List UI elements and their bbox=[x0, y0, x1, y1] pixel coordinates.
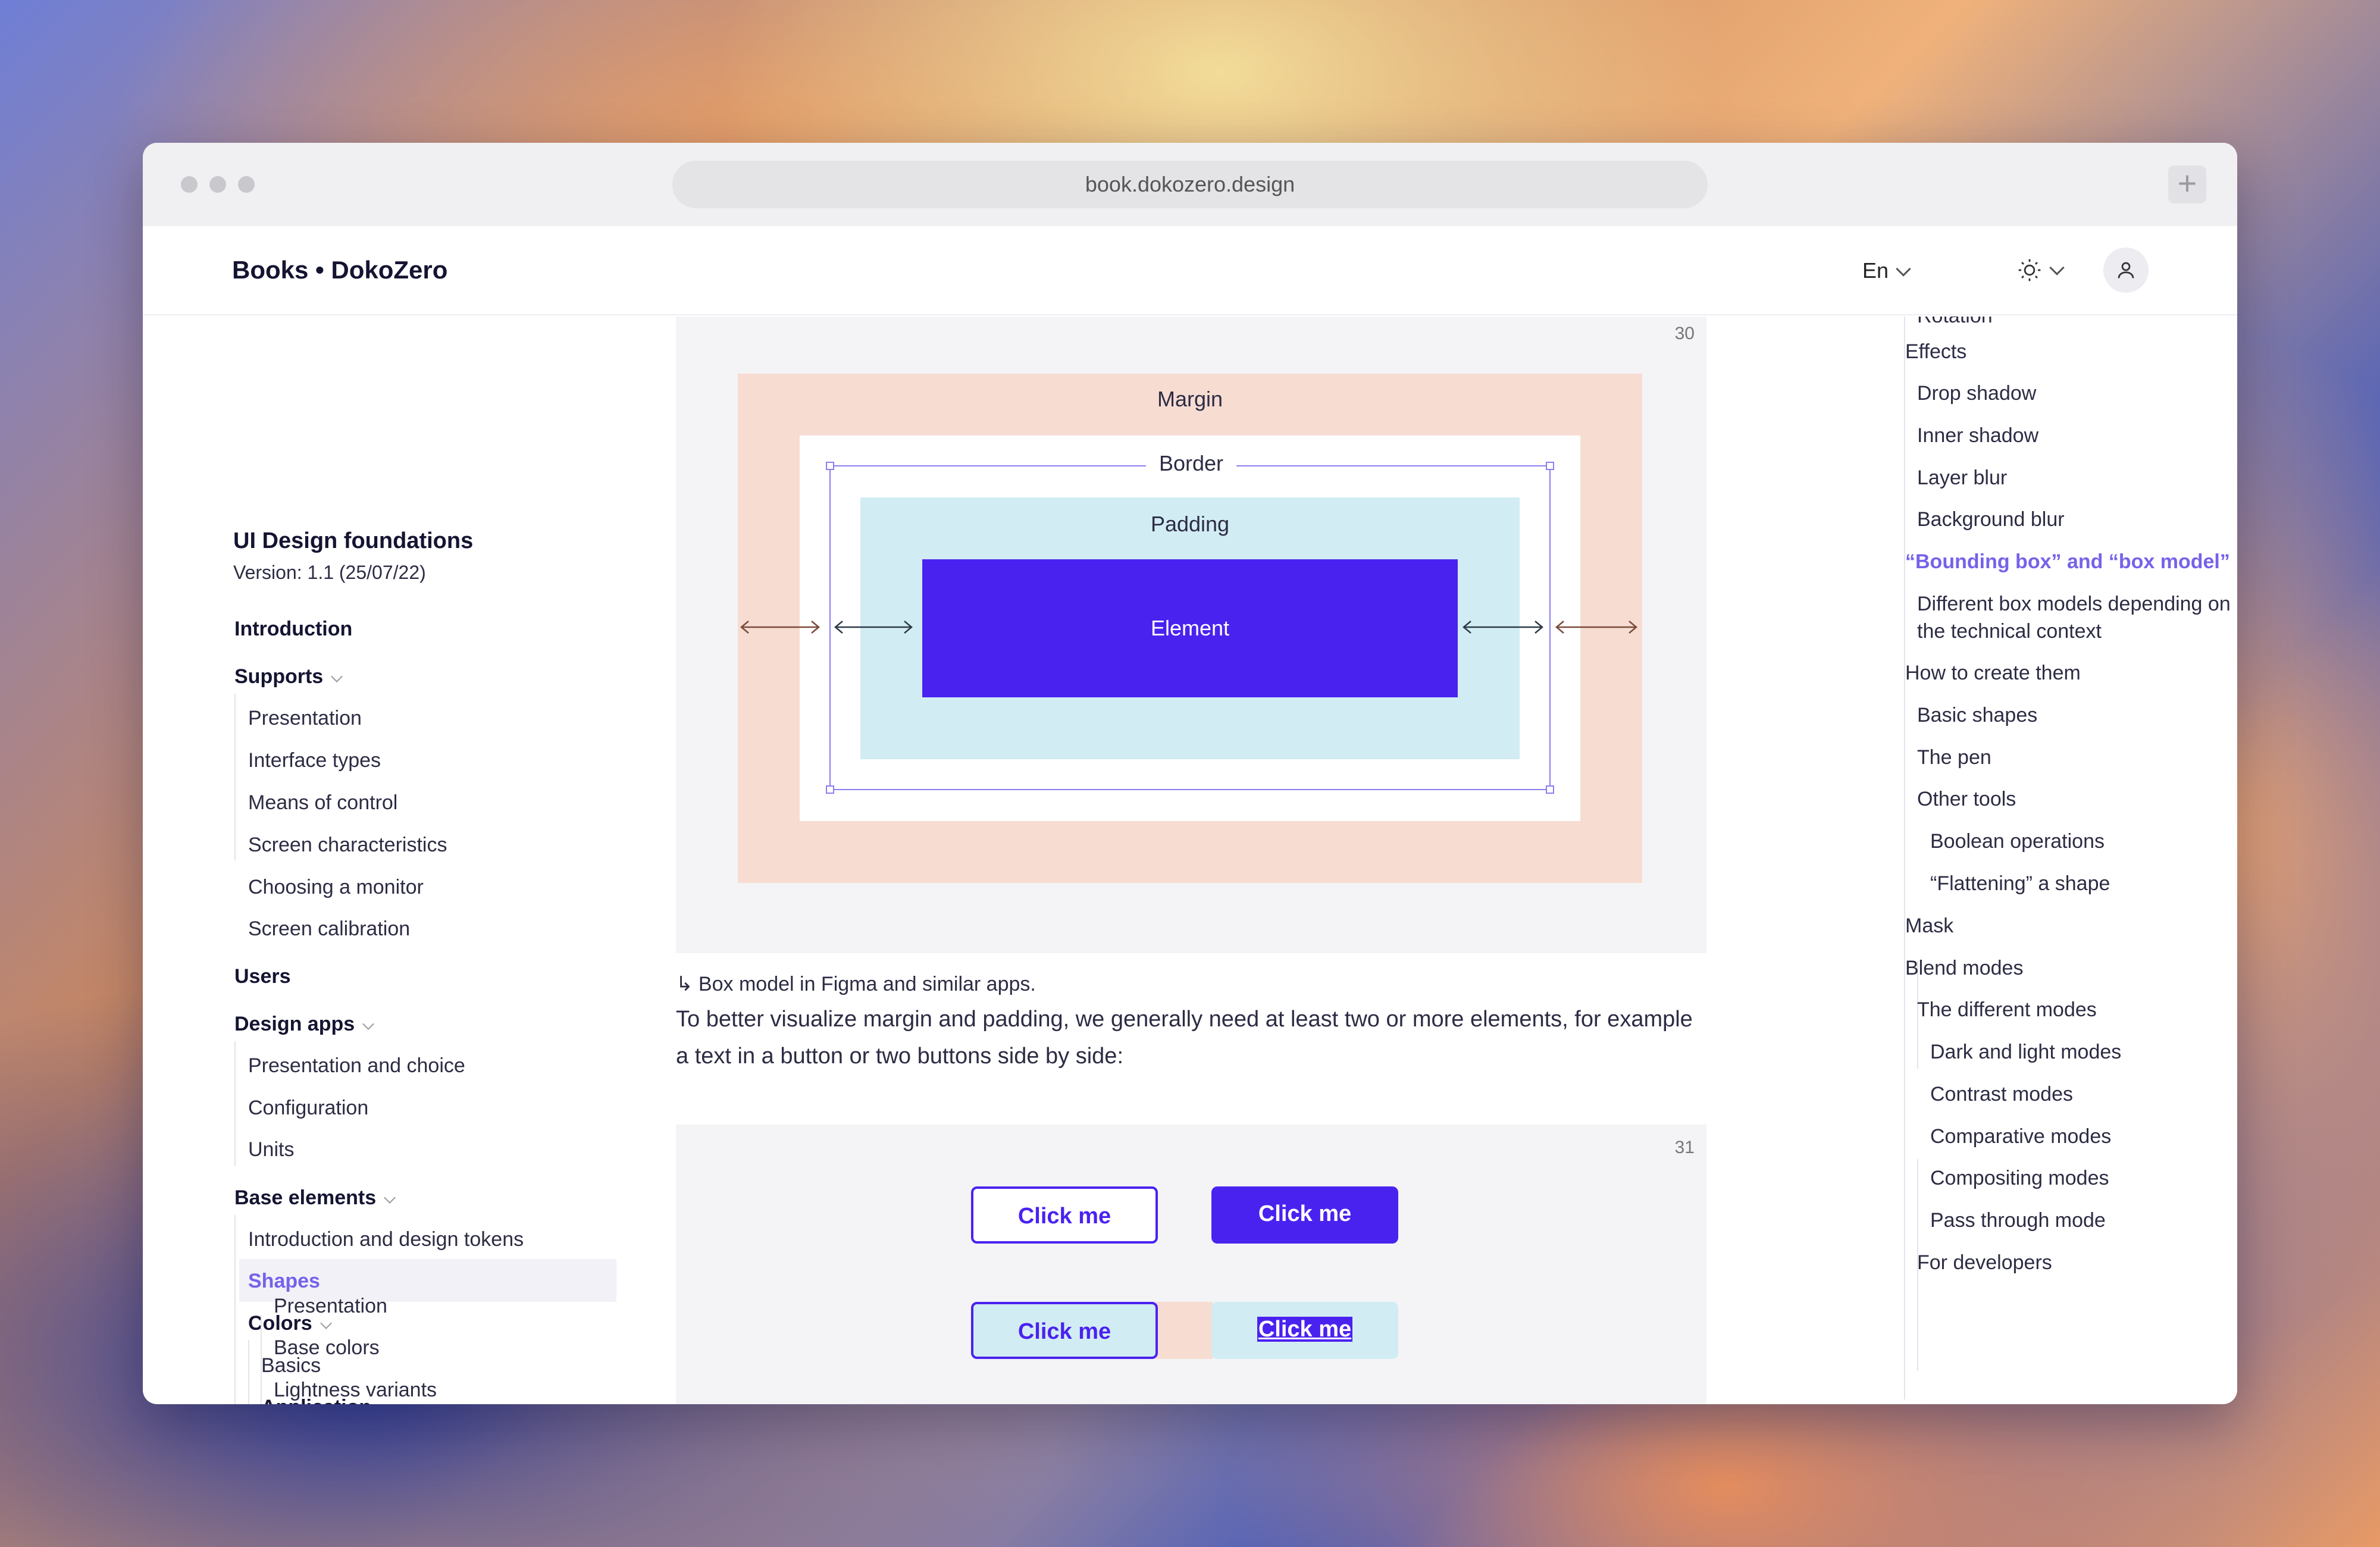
figure-number: 31 bbox=[1674, 1138, 1695, 1157]
nav-divider bbox=[234, 1041, 236, 1166]
theme-selector[interactable] bbox=[2017, 256, 2065, 283]
toc-item[interactable]: “Flattening” a shape bbox=[1930, 872, 2110, 895]
nav-divider bbox=[234, 694, 236, 860]
book-title: UI Design foundations bbox=[233, 528, 474, 553]
table-of-contents: Rotation Effects Drop shadow Inner shado… bbox=[1904, 317, 2237, 1404]
nav-supports-label: Supports bbox=[234, 665, 324, 688]
nav-item[interactable]: Introduction and design tokens bbox=[248, 1228, 524, 1251]
close-window-button[interactable] bbox=[181, 176, 198, 193]
main-content: 30 Margin Border Padding Element ↳ Box m… bbox=[676, 317, 1706, 1404]
new-tab-button[interactable]: + bbox=[2168, 165, 2206, 203]
user-icon bbox=[2118, 262, 2134, 278]
nav-divider bbox=[234, 1215, 236, 1404]
chevron-down-icon bbox=[320, 1317, 332, 1329]
figure-buttons: 31 Click me Click me Click me Click me bbox=[676, 1125, 1706, 1404]
toc-item[interactable]: Boolean operations bbox=[1930, 830, 2105, 853]
chevron-down-icon bbox=[379, 1401, 392, 1404]
padding-arrow-left bbox=[834, 621, 913, 634]
toc-item[interactable]: Layer blur bbox=[1917, 466, 2007, 490]
toc-item[interactable]: Basic shapes bbox=[1917, 704, 2037, 727]
toc-item[interactable]: For developers bbox=[1917, 1251, 2052, 1274]
address-bar[interactable]: book.dokozero.design bbox=[672, 161, 1708, 208]
toc-item[interactable]: How to create them bbox=[1905, 662, 2081, 685]
nav-item[interactable]: Units bbox=[248, 1138, 294, 1161]
nav-item[interactable]: Basics bbox=[261, 1354, 321, 1377]
chevron-down-icon bbox=[331, 671, 343, 682]
nav-base-elements-label: Base elements bbox=[234, 1186, 377, 1209]
nav-item[interactable]: Interface types bbox=[248, 749, 381, 772]
site-brand[interactable]: Books • DokoZero bbox=[232, 256, 447, 284]
nav-colors-label: Colors bbox=[248, 1312, 312, 1335]
toc-item[interactable]: Pass through mode bbox=[1930, 1209, 2106, 1232]
outline-button[interactable]: Click me bbox=[971, 1186, 1158, 1244]
nav-introduction[interactable]: Introduction bbox=[234, 618, 352, 641]
margin-arrow-right bbox=[1555, 621, 1637, 634]
chevron-down-icon bbox=[384, 1192, 396, 1204]
chevron-down-icon bbox=[362, 1018, 375, 1030]
toc-item[interactable]: Comparative modes bbox=[1930, 1125, 2111, 1148]
toc-item[interactable]: Blend modes bbox=[1905, 957, 2023, 980]
toc-item[interactable]: Contrast modes bbox=[1930, 1083, 2073, 1106]
toc-item-active[interactable]: “Bounding box” and “box model” bbox=[1905, 550, 2230, 574]
nav-design-apps-label: Design apps bbox=[234, 1013, 355, 1035]
margin-arrow-left bbox=[740, 621, 820, 634]
minimize-window-button[interactable] bbox=[209, 176, 226, 193]
figure-caption: ↳ Box model in Figma and similar apps. bbox=[676, 973, 1036, 995]
browser-window: book.dokozero.design + Books • DokoZero … bbox=[143, 143, 2237, 1404]
user-account-button[interactable] bbox=[2103, 248, 2149, 293]
nav-item-shapes-active[interactable]: Shapes bbox=[248, 1270, 320, 1293]
book-navigation: UI Design foundations Version: 1.1 (25/0… bbox=[143, 317, 619, 1404]
nav-supports[interactable]: Supports bbox=[234, 665, 343, 688]
toc-item[interactable]: Rotation bbox=[1917, 317, 1993, 328]
language-label: En bbox=[1862, 258, 1889, 283]
nav-item[interactable]: Choosing a monitor bbox=[248, 876, 424, 899]
filled-button-padding[interactable]: Click me bbox=[1211, 1302, 1398, 1359]
filled-button[interactable]: Click me bbox=[1211, 1186, 1398, 1244]
toc-item[interactable]: The pen bbox=[1917, 746, 1991, 769]
browser-titlebar: book.dokozero.design + bbox=[143, 143, 2237, 226]
nav-item[interactable]: Screen calibration bbox=[248, 917, 410, 941]
toc-divider bbox=[1904, 317, 1905, 1399]
toc-item[interactable]: The different modes bbox=[1917, 998, 2097, 1022]
padding-arrow-right bbox=[1463, 621, 1543, 634]
book-version: Version: 1.1 (25/07/22) bbox=[233, 562, 426, 583]
nav-item[interactable]: Configuration bbox=[248, 1097, 368, 1120]
nav-design-apps[interactable]: Design apps bbox=[234, 1013, 375, 1036]
nav-base-elements[interactable]: Base elements bbox=[234, 1186, 396, 1210]
spacing-arrows bbox=[740, 621, 1637, 634]
toc-item[interactable]: Inner shadow bbox=[1917, 424, 2038, 447]
chevron-down-icon bbox=[2049, 260, 2065, 275]
toc-item[interactable]: Dark and light modes bbox=[1930, 1041, 2121, 1064]
site-header: Books • DokoZero En bbox=[143, 226, 2237, 315]
nav-item[interactable]: Screen characteristics bbox=[248, 834, 447, 857]
toc-item[interactable]: Compositing modes bbox=[1930, 1167, 2109, 1190]
nav-divider bbox=[248, 1340, 249, 1404]
nav-item[interactable]: Means of control bbox=[248, 791, 397, 815]
toc-item[interactable]: Mask bbox=[1905, 915, 1953, 938]
nav-users[interactable]: Users bbox=[234, 965, 291, 988]
toc-item[interactable]: Drop shadow bbox=[1917, 382, 2036, 405]
toc-item[interactable]: Other tools bbox=[1917, 788, 2016, 811]
nav-application-label: Application bbox=[261, 1396, 371, 1404]
margin-gap bbox=[1155, 1302, 1213, 1359]
toc-item-continued[interactable]: the technical context bbox=[1917, 620, 2102, 643]
toc-item[interactable]: Different box models depending on bbox=[1917, 593, 2231, 616]
language-selector[interactable]: En bbox=[1862, 258, 1911, 283]
figure-box-model: 30 Margin Border Padding Element bbox=[676, 317, 1706, 953]
toc-item[interactable]: Effects bbox=[1905, 340, 1966, 364]
body-paragraph: To better visualize margin and padding, … bbox=[676, 1007, 1693, 1069]
nav-item[interactable]: Presentation and choice bbox=[248, 1054, 465, 1078]
nav-application[interactable]: Application bbox=[261, 1396, 392, 1404]
nav-item[interactable]: Presentation bbox=[248, 707, 362, 730]
maximize-window-button[interactable] bbox=[238, 176, 255, 193]
nav-colors[interactable]: Colors bbox=[248, 1312, 332, 1335]
chevron-down-icon bbox=[1896, 261, 1911, 277]
toc-item[interactable]: Background blur bbox=[1917, 508, 2065, 531]
sun-icon bbox=[2018, 259, 2041, 281]
selected-label: Click me bbox=[1257, 1317, 1353, 1342]
outline-button-padding[interactable]: Click me bbox=[971, 1302, 1158, 1359]
